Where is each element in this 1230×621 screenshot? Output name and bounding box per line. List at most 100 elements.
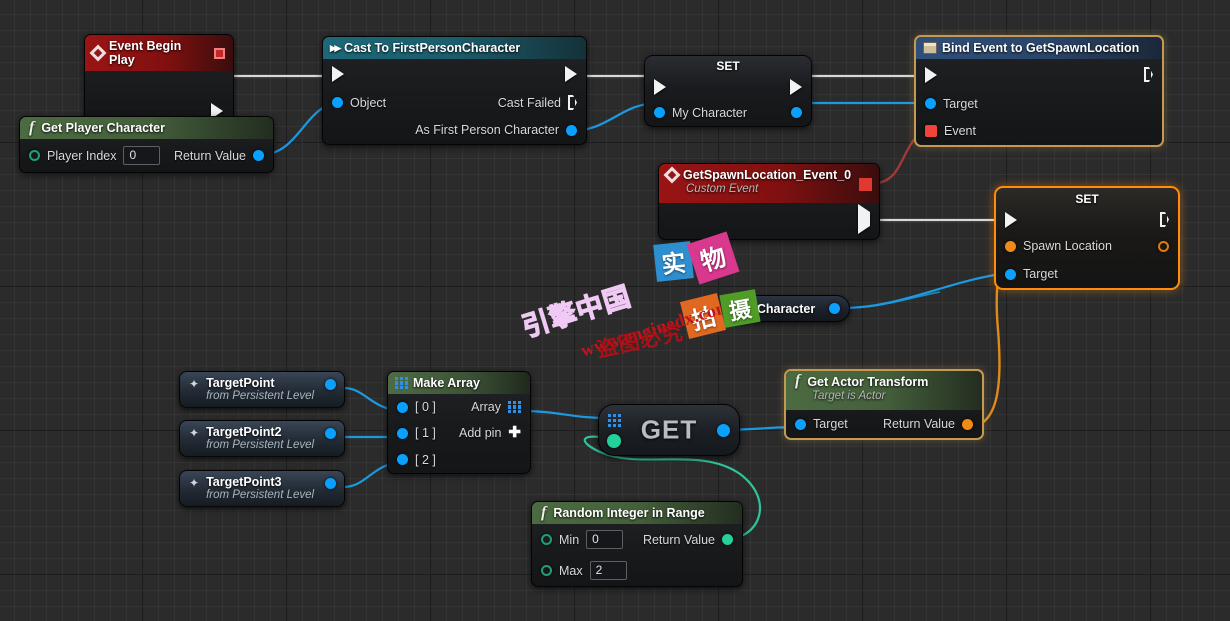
node-header: f Get Player Character: [20, 117, 273, 139]
node-header: f Get Actor Transform Target is Actor: [786, 371, 982, 410]
targetpoint-output-pin[interactable]: [325, 478, 336, 489]
node-title: Event Begin Play: [109, 39, 182, 67]
event-label: Event: [944, 124, 976, 138]
exec-in-pin[interactable]: [332, 66, 344, 82]
exec-out-pin[interactable]: [1160, 212, 1169, 227]
targetpoint-subtitle: from Persistent Level: [206, 439, 315, 451]
event-delegate-output-pin[interactable]: [859, 178, 872, 191]
array-index-input-pin[interactable]: [607, 434, 621, 448]
my-character-input-pin[interactable]: [654, 107, 665, 118]
node-body: Spawn Location Target: [996, 207, 1178, 288]
min-input-pin[interactable]: [541, 534, 552, 545]
exec-in-pin[interactable]: [654, 78, 666, 95]
targetpoint-subtitle: from Persistent Level: [206, 489, 315, 501]
array-item-0-pin[interactable]: [397, 401, 408, 413]
event-delegate-input-pin[interactable]: [925, 125, 937, 137]
pin-row-target: Target: [996, 260, 1178, 288]
exec-in-pin[interactable]: [1005, 211, 1017, 228]
targetpoint-title: TargetPoint3: [206, 475, 282, 489]
array-item-2-pin[interactable]: [397, 454, 408, 465]
cast-failed-exec-pin[interactable]: [568, 95, 577, 110]
event-delegate-pin[interactable]: [214, 47, 225, 59]
node-header: Bind Event to GetSpawnLocation: [916, 37, 1162, 59]
target-input-pin[interactable]: [795, 418, 806, 430]
function-f-icon: f: [29, 119, 35, 136]
return-value-output-pin[interactable]: [962, 418, 973, 430]
node-set-spawn-location[interactable]: SET Spawn Location Target: [994, 186, 1180, 290]
pin-row-target: Target Return Value: [786, 410, 982, 438]
node-set-my-character[interactable]: SET My Character: [644, 55, 812, 127]
target-input-pin[interactable]: [925, 98, 936, 109]
object-label: Object: [350, 95, 387, 110]
cast-arrow-icon: ▸▸: [330, 40, 341, 55]
pin-row-exec: [996, 207, 1178, 232]
node-make-array[interactable]: Make Array [ 0 ] Array [ 1 ] Add pin ✚ […: [387, 371, 531, 474]
node-targetpoint-2[interactable]: ✦ TargetPoint2 from Persistent Level: [179, 420, 345, 457]
node-random-integer-in-range[interactable]: f Random Integer in Range Min 0 Return V…: [531, 501, 743, 587]
min-label: Min: [559, 532, 580, 547]
exec-out-pin[interactable]: [858, 204, 870, 234]
max-input-pin[interactable]: [541, 565, 552, 576]
array-item-1-label: [ 1 ]: [415, 426, 436, 440]
max-label: Max: [559, 563, 583, 578]
function-f-icon: f: [541, 504, 547, 521]
node-get-actor-transform[interactable]: f Get Actor Transform Target is Actor Ta…: [784, 369, 984, 440]
add-pin-icon[interactable]: ✚: [508, 425, 521, 440]
player-index-label: Player Index: [47, 148, 117, 163]
targetpoint-output-pin[interactable]: [325, 428, 336, 439]
node-title: Get Player Character: [41, 121, 166, 135]
exec-in-pin[interactable]: [925, 66, 937, 83]
node-custom-event-getspawnlocation[interactable]: GetSpawnLocation_Event_0 Custom Event: [658, 163, 880, 240]
exec-out-pin[interactable]: [565, 66, 577, 82]
array-output-pin[interactable]: [508, 400, 521, 414]
return-value-output-pin[interactable]: [253, 150, 264, 161]
event-diamond-icon: [663, 166, 681, 184]
node-title: Random Integer in Range: [553, 506, 705, 520]
player-index-input[interactable]: 0: [123, 146, 161, 165]
node-body: Target Return Value: [786, 410, 982, 438]
array-item-2-label: [ 2 ]: [415, 452, 436, 467]
exec-out-pin[interactable]: [790, 78, 802, 95]
targetpoint-subtitle: from Persistent Level: [206, 390, 315, 402]
pin-row: Player Index 0 Return Value: [20, 139, 273, 172]
player-index-input-pin[interactable]: [29, 150, 40, 161]
pin-row-object: Object Cast Failed: [323, 89, 586, 116]
max-input[interactable]: 2: [589, 561, 627, 580]
my-character-output-pin[interactable]: [791, 107, 802, 118]
spawn-location-input-pin[interactable]: [1005, 240, 1016, 252]
node-get-player-character[interactable]: f Get Player Character Player Index 0 Re…: [19, 116, 274, 173]
node-targetpoint-1[interactable]: ✦ TargetPoint from Persistent Level: [179, 371, 345, 408]
variable-label: My Character: [736, 301, 816, 316]
pin-row-exec: [645, 74, 811, 99]
return-value-output-pin[interactable]: [722, 534, 733, 545]
pin-row-my-character: My Character: [645, 99, 811, 126]
node-body: [659, 203, 879, 239]
actor-reference-icon: ✦: [189, 476, 200, 490]
spawn-location-output-pin[interactable]: [1158, 240, 1169, 252]
array-item-1-pin[interactable]: [397, 427, 408, 439]
array-item-output-pin[interactable]: [717, 424, 730, 437]
exec-out-pin[interactable]: [1144, 67, 1153, 82]
node-header: ▸▸ Cast To FirstPersonCharacter: [323, 37, 586, 59]
cast-failed-label: Cast Failed: [497, 95, 561, 110]
target-input-pin[interactable]: [1005, 268, 1016, 280]
node-header: Event Begin Play: [85, 35, 233, 71]
node-body: Object Cast Failed As First Person Chara…: [323, 59, 586, 144]
node-header: SET: [716, 59, 740, 73]
as-first-person-character-output-pin[interactable]: [566, 124, 577, 136]
my-character-output-pin[interactable]: [829, 303, 840, 314]
node-title: Get Actor Transform: [807, 375, 929, 389]
node-targetpoint-3[interactable]: ✦ TargetPoint3 from Persistent Level: [179, 470, 345, 507]
blueprint-graph-canvas[interactable]: Event Begin Play f Get Player Character …: [0, 0, 1230, 621]
target-label: Target: [1023, 267, 1058, 281]
targetpoint-output-pin[interactable]: [325, 379, 336, 390]
node-get-array-item[interactable]: GET: [598, 404, 740, 456]
object-input-pin[interactable]: [332, 97, 343, 108]
node-bind-event-to-getspawnlocation[interactable]: Bind Event to GetSpawnLocation Target Ev…: [914, 35, 1164, 147]
pin-row-spawn-location: Spawn Location: [996, 232, 1178, 260]
min-input[interactable]: 0: [586, 530, 624, 549]
node-cast-to-firstpersoncharacter[interactable]: ▸▸ Cast To FirstPersonCharacter Object C…: [322, 36, 587, 145]
add-pin-label[interactable]: Add pin: [459, 426, 501, 440]
spawn-location-label: Spawn Location: [1023, 239, 1112, 253]
node-my-character-variable[interactable]: My Character: [725, 295, 850, 322]
